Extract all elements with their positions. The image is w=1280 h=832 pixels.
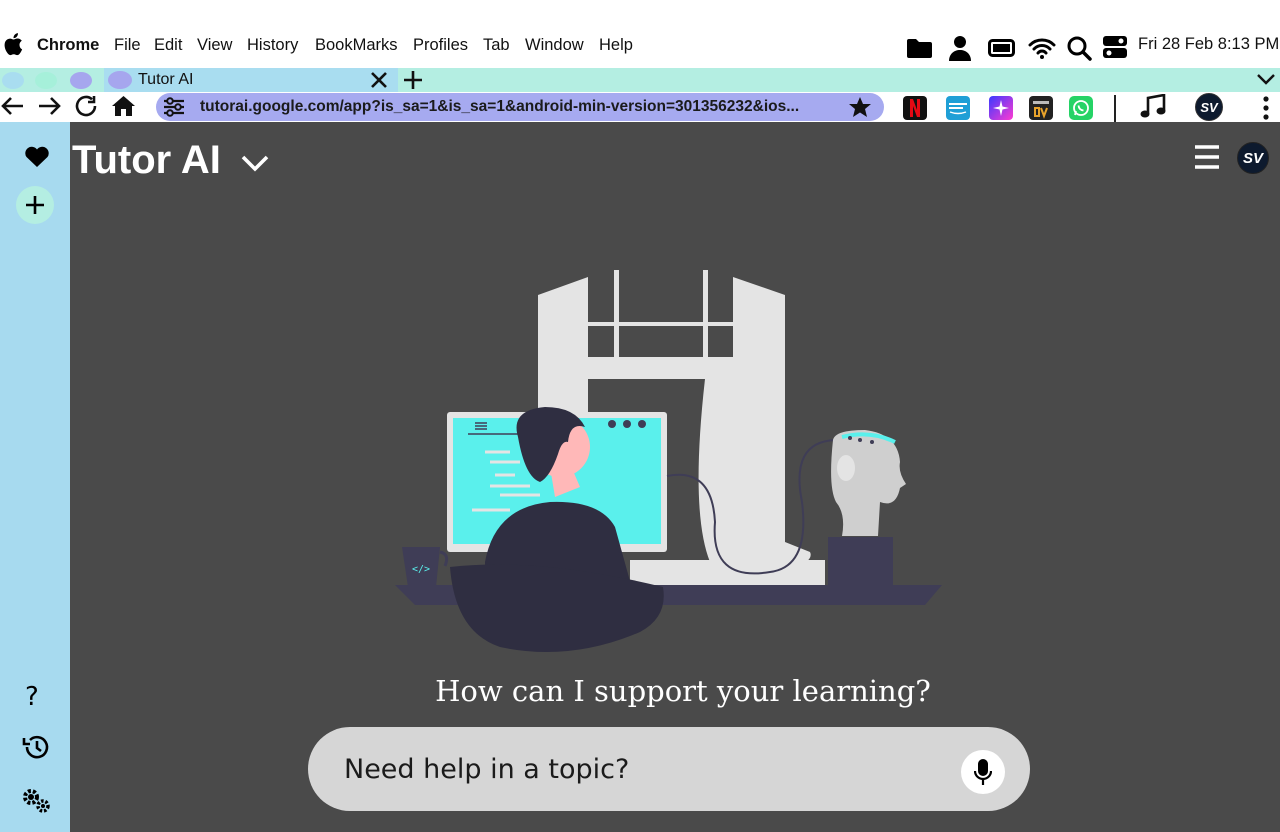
tab-title: Tutor AI (138, 71, 194, 88)
new-chat-button[interactable] (16, 186, 54, 224)
profile-avatar-toolbar[interactable]: SV (1195, 93, 1223, 121)
topic-search-box[interactable] (308, 727, 1030, 811)
folder-icon[interactable] (905, 34, 933, 62)
tab-close-icon[interactable] (370, 68, 388, 94)
user-icon[interactable] (947, 34, 973, 62)
wifi-icon[interactable] (1027, 34, 1057, 62)
prime-video-extension-icon[interactable] (946, 96, 970, 120)
menu-bookmarks[interactable]: BookMarks (315, 35, 398, 55)
menu-tab[interactable]: Tab (483, 35, 510, 55)
svg-text:</>: </> (412, 564, 430, 575)
menu-edit[interactable]: Edit (154, 35, 182, 55)
mic-button[interactable] (961, 750, 1005, 794)
minimize-window-button[interactable] (35, 72, 57, 89)
home-icon[interactable] (111, 95, 136, 122)
sony-liv-extension-icon[interactable] (1029, 96, 1053, 120)
menu-file[interactable]: File (114, 35, 141, 55)
forward-arrow-icon[interactable] (37, 96, 61, 121)
menu-app-name[interactable]: Chrome (37, 35, 99, 55)
app-main: Tutor AI SV </> How can I support your l… (70, 122, 1280, 832)
settings-gears-icon[interactable] (20, 786, 52, 819)
url-text[interactable]: tutorai.google.com/app?is_sa=1&is_sa=1&a… (200, 98, 799, 116)
search-icon[interactable] (1066, 34, 1092, 62)
menu-history[interactable]: History (247, 35, 298, 55)
battery-icon[interactable] (987, 34, 1015, 62)
learning-illustration: </> (395, 270, 942, 652)
apple-icon[interactable] (2, 30, 24, 58)
app-title-dropdown[interactable]: Tutor AI (72, 138, 270, 183)
site-settings-icon[interactable] (163, 97, 185, 122)
menu-window[interactable]: Window (525, 35, 584, 55)
zoom-window-button[interactable] (70, 72, 92, 89)
close-window-button[interactable] (2, 72, 24, 89)
address-bar[interactable]: tutorai.google.com/app?is_sa=1&is_sa=1&a… (156, 93, 884, 121)
help-question-icon[interactable]: ? (25, 682, 39, 712)
macos-menu-bar: Chrome File Edit View History BookMarks … (0, 0, 1280, 68)
menu-help[interactable]: Help (599, 35, 633, 55)
spark-extension-icon[interactable] (989, 96, 1013, 120)
music-note-icon[interactable] (1140, 93, 1166, 125)
menu-bar-clock[interactable]: Fri 28 Feb 8:13 PM (1138, 35, 1279, 54)
back-arrow-icon[interactable] (1, 96, 25, 121)
tab-tutor-ai[interactable]: Tutor AI (104, 68, 398, 92)
menu-view[interactable]: View (197, 35, 232, 55)
app-sidebar: ? (0, 122, 70, 832)
plus-icon (26, 196, 44, 214)
hamburger-menu-icon[interactable] (1194, 144, 1220, 175)
tab-favicon-icon (108, 71, 132, 89)
bookmark-star-icon[interactable] (848, 96, 872, 123)
topic-search-input[interactable] (344, 747, 934, 791)
history-icon[interactable] (22, 734, 50, 765)
microphone-icon (974, 759, 992, 785)
menu-profiles[interactable]: Profiles (413, 35, 468, 55)
app-title: Tutor AI (72, 138, 221, 182)
profile-avatar[interactable]: SV (1237, 142, 1269, 174)
netflix-extension-icon[interactable] (903, 96, 927, 120)
toolbar-divider (1114, 95, 1116, 122)
reload-icon[interactable] (75, 95, 99, 122)
tab-search-chevron-icon[interactable] (1256, 72, 1276, 91)
favorites-heart-icon[interactable] (24, 146, 50, 173)
whatsapp-extension-icon[interactable] (1069, 96, 1093, 120)
control-center-icon[interactable] (1102, 33, 1128, 61)
prompt-heading: How can I support your learning? (435, 674, 931, 708)
chevron-down-icon (241, 155, 269, 172)
